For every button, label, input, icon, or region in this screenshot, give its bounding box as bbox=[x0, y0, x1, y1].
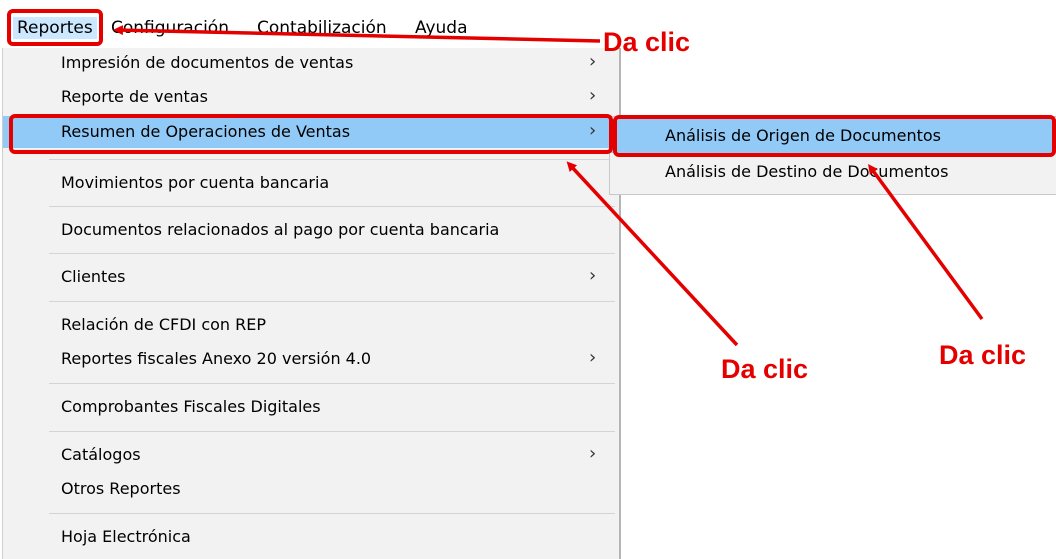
arrow-to-resumen bbox=[566, 161, 739, 347]
callout-da-clic-reportes: Da clic bbox=[603, 27, 691, 57]
arrow-to-reportes bbox=[113, 25, 601, 43]
callout-da-clic-resumen: Da clic bbox=[721, 354, 809, 384]
arrow-to-analisis-origen bbox=[868, 163, 984, 321]
callout-da-clic-analisis: Da clic bbox=[939, 340, 1027, 370]
annotation-arrows bbox=[113, 25, 984, 347]
